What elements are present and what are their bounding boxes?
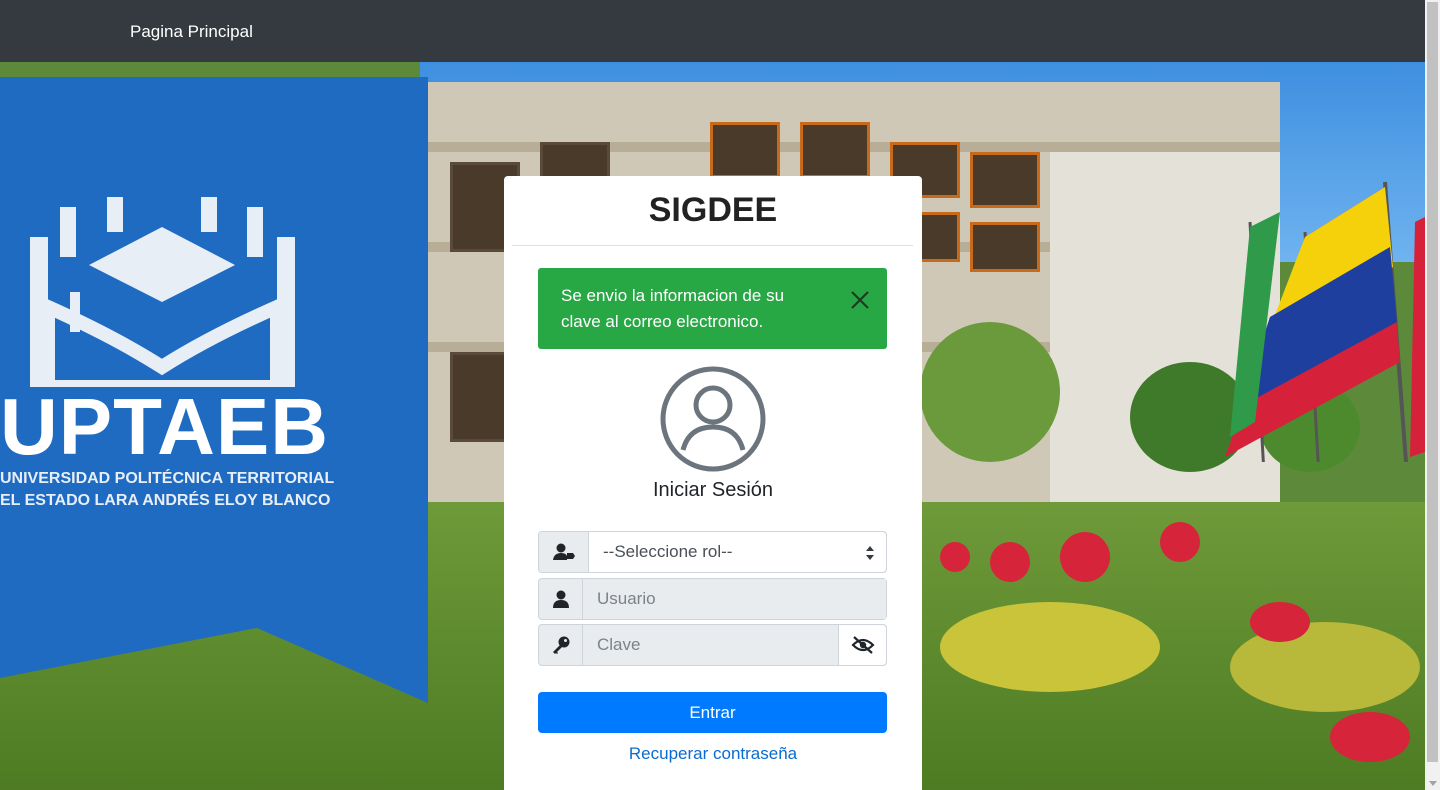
toggle-password-button[interactable] [838,625,886,665]
close-icon[interactable] [848,288,872,312]
scrollbar-thumb[interactable] [1427,2,1438,762]
navbar: Pagina Principal [0,0,1425,62]
password-input[interactable] [583,625,838,665]
eye-slash-icon [850,636,875,654]
select-arrows-icon [866,546,874,560]
university-subtitle-line2: EL ESTADO LARA ANDRÉS ELOY BLANCO [0,492,331,509]
vertical-scrollbar[interactable] [1425,0,1440,790]
login-heading: Iniciar Sesión [652,479,774,501]
username-input[interactable] [583,579,886,619]
title-divider [512,245,913,246]
role-select-group: --Seleccione rol-- [538,531,887,573]
user-icon [539,579,583,619]
password-group [538,624,887,666]
login-card: SIGDEE Se envio la informacion de su cla… [504,176,922,790]
success-alert: Se envio la informacion de su clave al c… [538,268,887,349]
user-tag-icon [539,532,589,572]
nav-brand-link[interactable]: Pagina Principal [130,21,253,43]
role-select-value: --Seleccione rol-- [603,542,733,561]
alert-message: Se envio la informacion de su clave al c… [561,286,785,331]
university-banner: UPTAEB UNIVERSIDAD POLITÉCNICA TERRITORI… [0,77,428,703]
app-title: SIGDEE [648,191,778,229]
role-select[interactable]: --Seleccione rol-- [589,532,886,572]
university-logo-icon [30,197,295,387]
username-group [538,578,887,620]
scroll-down-arrow-icon[interactable] [1429,781,1437,786]
university-subtitle-line1: UNIVERSIDAD POLITÉCNICA TERRITORIAL [0,470,335,487]
login-submit-button[interactable]: Entrar [538,692,887,733]
user-avatar-icon [660,366,766,472]
university-name: UPTAEB [0,382,329,471]
key-icon [539,625,583,665]
recover-password-link[interactable]: Recuperar contraseña [504,743,922,765]
flags-graphic [1225,181,1425,462]
